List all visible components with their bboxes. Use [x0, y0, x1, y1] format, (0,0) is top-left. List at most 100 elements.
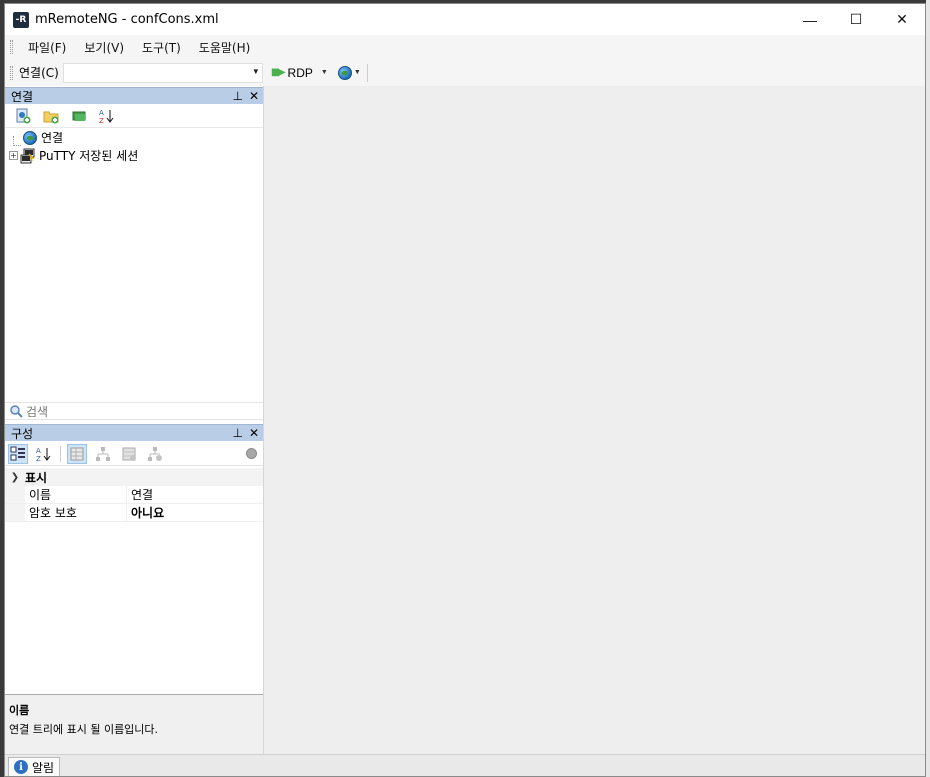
title-bar: -R mRemoteNG - confCons.xml — ☐ ✕: [5, 4, 925, 35]
stack-icon: [72, 111, 86, 121]
inheritance-button[interactable]: [93, 444, 113, 464]
close-button[interactable]: ✕: [879, 4, 925, 35]
tree-node-label: 연결: [41, 131, 64, 145]
close-icon[interactable]: ✕: [249, 89, 259, 103]
inheritance-tree-icon: [96, 446, 110, 461]
description-text: 연결 트리에 표시 될 이름입니다.: [9, 723, 159, 736]
connection-search[interactable]: 검색: [5, 402, 263, 420]
toolbar-grip[interactable]: [10, 65, 13, 80]
connections-menu-button[interactable]: ▼: [337, 65, 361, 80]
main-content-area: [263, 86, 925, 758]
sort-az-icon: AZ: [36, 447, 51, 462]
alerts-tab[interactable]: i 알림: [8, 757, 61, 776]
search-icon: [10, 405, 23, 418]
category-label: 표시: [25, 470, 48, 485]
property-name-text: 이름: [29, 488, 52, 502]
left-dock: 연결 ⊥ ✕ AZ 연결 + PuTTY 저장된 세션 검색 구성 ⊥ ✕ A …: [5, 86, 263, 776]
view-tree-button[interactable]: [71, 108, 87, 124]
row-gutter: [5, 486, 25, 503]
connections-toolbar: AZ: [5, 105, 263, 128]
svg-text:Z: Z: [99, 117, 104, 124]
chevron-down-icon: ▼: [353, 69, 361, 76]
property-category[interactable]: ❯ 표시: [5, 468, 263, 486]
property-toolbar: AZ: [5, 442, 263, 466]
new-folder-icon: [43, 111, 59, 124]
quick-connect-toolbar: 연결(C) ▼ ▮▮▶ RDP ▼ ▼: [5, 59, 925, 86]
property-grid: ❯ 표시 이름 연결 암호 보호 아니요: [5, 468, 263, 694]
sort-ascending-button[interactable]: AZ: [99, 108, 115, 124]
menu-view[interactable]: 보기(V): [75, 39, 133, 56]
config-panel-header: 구성 ⊥ ✕: [5, 424, 263, 441]
new-connection-button[interactable]: [15, 108, 31, 124]
quick-connect-combo[interactable]: ▼: [62, 62, 263, 83]
new-connection-icon: [16, 108, 31, 124]
background-strip: [926, 0, 930, 777]
minimize-button[interactable]: —: [787, 4, 833, 35]
app-logo-icon: -R: [13, 11, 29, 28]
pin-icon[interactable]: ⊥: [232, 426, 242, 440]
connect-label: 연결(C): [19, 66, 59, 80]
protocol-dropdown-icon[interactable]: ▼: [321, 69, 328, 76]
expand-icon[interactable]: +: [9, 151, 18, 160]
alerts-tab-label: 알림: [32, 760, 55, 775]
properties-grid-icon: [70, 447, 84, 460]
svg-text:A: A: [99, 109, 104, 117]
globe-icon: [23, 130, 37, 145]
tree-node-connections[interactable]: 연결: [13, 129, 63, 146]
menu-grip[interactable]: [10, 40, 13, 54]
categorized-button[interactable]: [8, 443, 28, 464]
chevron-down-icon: ▼: [251, 66, 260, 76]
property-row-password-protect[interactable]: 암호 보호 아니요: [5, 504, 263, 522]
menu-tools[interactable]: 도구(T): [133, 39, 190, 56]
close-icon: ✕: [896, 11, 908, 27]
config-panel-title: 구성: [11, 426, 34, 441]
menu-bar: 파일(F) 보기(V) 도구(T) 도움말(H): [5, 35, 925, 59]
sort-az-icon: AZ: [99, 109, 114, 124]
alphabetical-button[interactable]: AZ: [34, 444, 54, 464]
properties-view-button[interactable]: [67, 443, 87, 464]
svg-text:A: A: [36, 447, 41, 455]
main-window: -R mRemoteNG - confCons.xml — ☐ ✕ 파일(F) …: [4, 3, 926, 777]
menu-help[interactable]: 도움말(H): [190, 39, 260, 56]
maximize-icon: ☐: [849, 11, 863, 27]
connection-tree: 연결 + PuTTY 저장된 세션: [5, 129, 263, 401]
svg-text:Z: Z: [36, 455, 41, 462]
pin-icon[interactable]: ⊥: [232, 89, 242, 103]
connections-panel-title: 연결: [11, 89, 34, 104]
connect-arrow-icon: ▮▮▶: [270, 67, 286, 78]
categorized-icon: [10, 446, 25, 460]
new-folder-button[interactable]: [43, 108, 59, 124]
tree-line: [13, 136, 21, 146]
collapse-icon[interactable]: ❯: [5, 472, 25, 483]
close-icon[interactable]: ✕: [249, 426, 259, 440]
window-title: mRemoteNG - confCons.xml: [35, 12, 219, 27]
property-value[interactable]: 아니요: [127, 504, 164, 521]
property-description: 이름 연결 트리에 표시 될 이름입니다.: [5, 698, 263, 754]
property-name: 암호 보호: [25, 504, 127, 521]
property-name: 이름: [25, 486, 127, 503]
search-placeholder: 검색: [26, 404, 49, 419]
default-inheritance-button[interactable]: [145, 444, 165, 464]
status-bar: i 알림: [5, 754, 925, 776]
toolbar-separator: [60, 445, 61, 462]
status-indicator-icon: [246, 448, 257, 459]
globe-icon: [337, 65, 352, 80]
connections-panel-header: 연결 ⊥ ✕: [5, 87, 263, 104]
tree-node-label: PuTTY 저장된 세션: [39, 149, 139, 163]
default-properties-button[interactable]: [119, 444, 139, 464]
info-icon: i: [14, 760, 28, 774]
window-controls: — ☐ ✕: [787, 4, 925, 35]
row-gutter: [5, 504, 25, 521]
default-inheritance-icon: [148, 446, 162, 461]
description-title: 이름: [9, 704, 30, 717]
protocol-button[interactable]: ▮▮▶ RDP ▼: [271, 66, 328, 80]
maximize-button[interactable]: ☐: [833, 4, 879, 35]
minimize-icon: —: [803, 11, 817, 28]
property-row-name[interactable]: 이름 연결: [5, 486, 263, 504]
protocol-label: RDP: [287, 65, 313, 80]
putty-icon: [20, 148, 35, 163]
menu-file[interactable]: 파일(F): [19, 39, 75, 56]
toolbar-separator: [366, 63, 368, 82]
tree-node-putty-sessions[interactable]: + PuTTY 저장된 세션: [9, 147, 138, 164]
property-value[interactable]: 연결: [127, 486, 153, 503]
